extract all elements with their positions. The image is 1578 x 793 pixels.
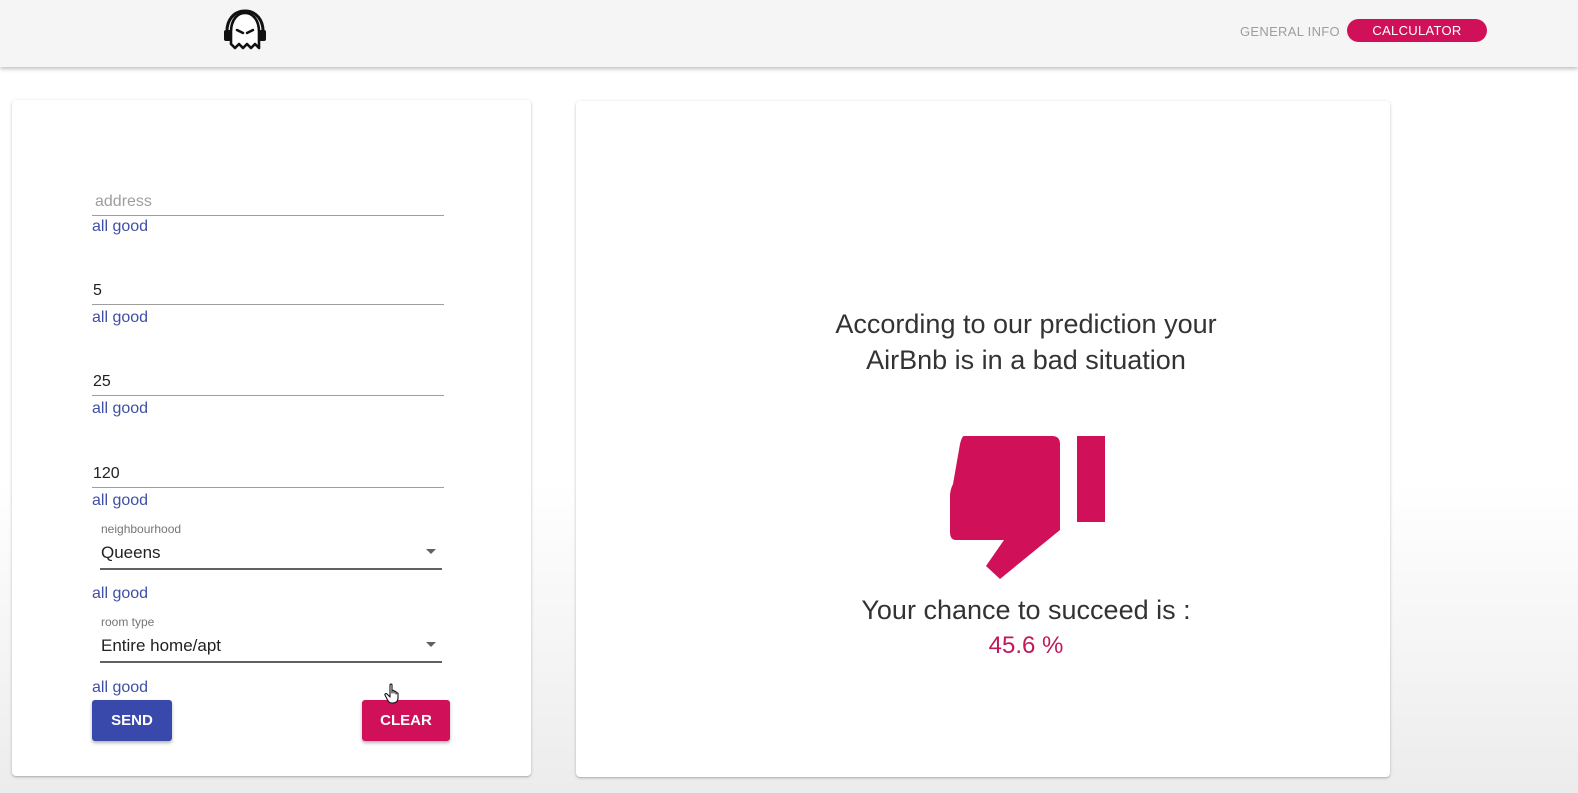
- thumbs-down-icon: [950, 436, 1105, 579]
- room-type-underline: [100, 661, 442, 663]
- room-type-hint: all good: [92, 679, 149, 696]
- clear-button[interactable]: CLEAR: [362, 700, 450, 741]
- address-field[interactable]: address: [92, 191, 444, 216]
- nav-general-info[interactable]: GENERAL INFO: [1240, 22, 1340, 40]
- room-type-value[interactable]: Entire home/apt: [100, 636, 221, 655]
- chevron-down-icon[interactable]: [426, 642, 436, 647]
- chance-label: Your chance to succeed is :: [861, 595, 1191, 625]
- ghost-headphones-icon[interactable]: [222, 8, 268, 54]
- field-4-hint: all good: [92, 492, 149, 509]
- field-4-underline: [92, 487, 444, 488]
- top-app-bar: GENERAL INFO CALCULATOR: [0, 0, 1578, 67]
- hand-pointer-icon: [384, 683, 399, 704]
- calculator-form-card: address all good 5 all good 25 all good …: [12, 100, 531, 776]
- field-3[interactable]: 25: [92, 371, 444, 396]
- field-4-input[interactable]: 120: [92, 463, 444, 487]
- neighbourhood-label: neighbourhood: [101, 522, 182, 536]
- room-type-label: room type: [101, 615, 155, 629]
- field-2-underline: [92, 304, 444, 305]
- field-3-underline: [92, 395, 444, 396]
- chevron-down-icon[interactable]: [426, 549, 436, 554]
- neighbourhood-select[interactable]: neighbourhood Queens: [100, 522, 442, 570]
- neighbourhood-hint: all good: [92, 585, 149, 602]
- chance-value: 45.6 %: [988, 632, 1064, 659]
- neighbourhood-row[interactable]: Queens: [100, 542, 442, 568]
- field-2[interactable]: 5: [92, 280, 444, 305]
- field-3-hint: all good: [92, 400, 149, 417]
- nav-calculator[interactable]: CALCULATOR: [1347, 19, 1487, 42]
- field-2-input[interactable]: 5: [92, 280, 444, 304]
- neighbourhood-value[interactable]: Queens: [100, 543, 161, 562]
- room-type-select[interactable]: room type Entire home/apt: [100, 615, 442, 663]
- send-button[interactable]: SEND: [92, 700, 172, 741]
- prediction-text: According to our prediction your AirBnb …: [835, 309, 1217, 375]
- field-4[interactable]: 120: [92, 463, 444, 488]
- field-2-hint: all good: [92, 309, 149, 326]
- field-3-input[interactable]: 25: [92, 371, 444, 395]
- address-underline: [92, 215, 444, 216]
- prediction-result-card: According to our prediction your AirBnb …: [576, 101, 1390, 777]
- neighbourhood-underline: [100, 568, 442, 570]
- address-input[interactable]: address: [92, 191, 444, 215]
- room-type-row[interactable]: Entire home/apt: [100, 635, 442, 661]
- address-hint: all good: [92, 218, 149, 235]
